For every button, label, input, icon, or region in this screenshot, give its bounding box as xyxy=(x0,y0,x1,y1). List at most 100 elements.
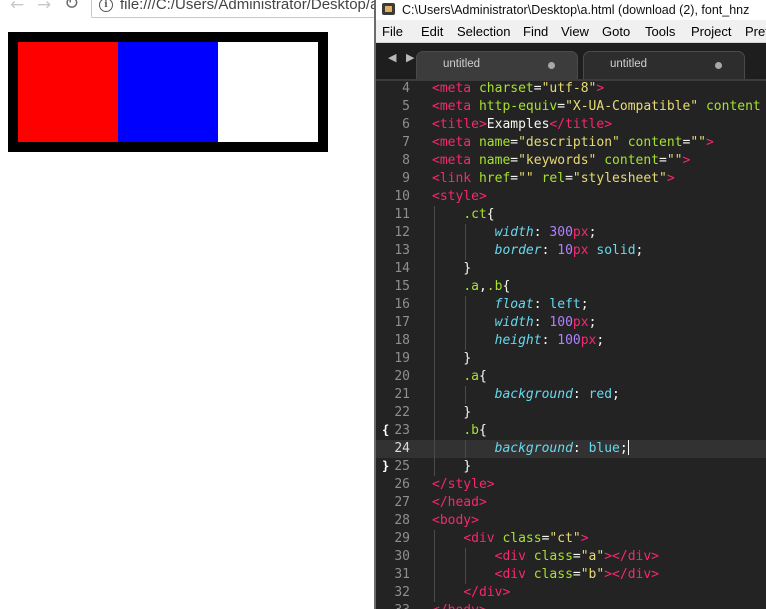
code-token: { xyxy=(486,207,495,222)
line-number: 18 xyxy=(394,333,410,348)
menu-selection[interactable]: Selection xyxy=(457,24,510,39)
code-line[interactable]: 6 <title>Examples</title> xyxy=(376,116,766,134)
menu-project[interactable]: Project xyxy=(691,24,731,39)
code-line[interactable]: 32 </div> xyxy=(376,584,766,602)
code-line[interactable]: 24 background: blue; xyxy=(376,440,766,458)
code-text: width: 300px; xyxy=(432,224,597,242)
code-line[interactable]: 21 background: red; xyxy=(376,386,766,404)
menu-view[interactable]: View xyxy=(561,24,589,39)
code-line[interactable]: 14 } xyxy=(376,260,766,278)
tab-scroll-arrows-icon[interactable]: ◀ ▶ xyxy=(388,51,417,64)
menu-tools[interactable]: Tools xyxy=(645,24,675,39)
code-line[interactable]: 17 width: 100px; xyxy=(376,314,766,332)
line-number: 20 xyxy=(394,369,410,384)
code-line[interactable]: 15 .a,.b{ xyxy=(376,278,766,296)
code-token: "description" xyxy=(518,135,620,150)
code-token: } xyxy=(463,351,472,366)
tab-untitled-2[interactable]: untitled xyxy=(583,51,745,79)
code-line[interactable]: 19 } xyxy=(376,350,766,368)
code-area[interactable]: 4 <meta charset="utf-8"> 5 <meta http-equiv… xyxy=(376,80,766,609)
code-token: = xyxy=(565,171,573,186)
code-token: "keywords" xyxy=(518,153,597,168)
code-token: 10 xyxy=(557,243,573,258)
code-line[interactable]: 22 } xyxy=(376,404,766,422)
code-text: } xyxy=(432,260,471,278)
code-token: <div xyxy=(494,567,534,582)
address-bar[interactable]: i file:///C:/Users/Administrator/Desktop… xyxy=(91,0,376,18)
code-line[interactable]: 16 float: left; xyxy=(376,296,766,314)
app-icon xyxy=(382,3,395,15)
info-icon[interactable]: i xyxy=(99,0,113,12)
line-number: 11 xyxy=(394,207,410,222)
code-line[interactable]: {23 .b{ xyxy=(376,422,766,440)
code-text: } xyxy=(432,404,471,422)
text-cursor xyxy=(627,440,629,455)
unsaved-dot-icon[interactable] xyxy=(548,62,555,69)
code-text: <div class="ct"> xyxy=(432,530,589,548)
address-text: file:///C:/Users/Administrator/Desktop/a… xyxy=(120,0,376,13)
code-line[interactable]: } 25 } xyxy=(376,458,766,476)
code-token: { xyxy=(502,279,511,294)
tab-untitled-1[interactable]: untitled xyxy=(416,51,578,79)
code-token: ; xyxy=(588,225,597,240)
code-token: rel xyxy=(541,171,566,186)
code-text: float: left; xyxy=(432,296,589,314)
line-number: 25 xyxy=(394,459,410,474)
back-arrow-icon[interactable]: ← xyxy=(10,0,24,14)
menu-preferences[interactable]: Pref xyxy=(745,24,766,39)
code-line[interactable]: 26 </style> xyxy=(376,476,766,494)
code-line[interactable]: 29 <div class="ct"> xyxy=(376,530,766,548)
line-number: 8 xyxy=(402,153,410,168)
code-token: : xyxy=(533,297,550,312)
code-line[interactable]: 28 <body> xyxy=(376,512,766,530)
line-number: 9 xyxy=(402,171,410,186)
code-line[interactable]: 33 </body> xyxy=(376,602,766,609)
code-text: border: 10px solid; xyxy=(432,242,644,260)
code-token: <meta xyxy=(432,99,479,114)
code-line[interactable]: 7 <meta name="description" content=""> xyxy=(376,134,766,152)
line-number: 17 xyxy=(394,315,410,330)
menu-file[interactable]: File xyxy=(382,24,403,39)
code-token: "ct" xyxy=(549,531,581,546)
menu-goto[interactable]: Goto xyxy=(602,24,630,39)
reload-icon[interactable]: ↻ xyxy=(64,0,79,13)
code-token: = xyxy=(533,81,542,96)
code-token: "X-UA-Compatible" xyxy=(565,99,699,114)
code-text: <link href="" rel="stylesheet"> xyxy=(432,170,675,188)
code-token: 300 xyxy=(549,225,573,240)
browser-pane: ← → ↻ i file:///C:/Users/Administrator/D… xyxy=(0,0,376,609)
forward-arrow-icon[interactable]: → xyxy=(37,0,51,14)
code-token: > xyxy=(580,531,589,546)
code-line[interactable]: 4 <meta charset="utf-8"> xyxy=(376,80,766,98)
code-token: } xyxy=(463,459,472,474)
code-line[interactable]: 9 <link href="" rel="stylesheet"> xyxy=(376,170,766,188)
code-line[interactable]: 18 height: 100px; xyxy=(376,332,766,350)
code-line[interactable]: 10 <style> xyxy=(376,188,766,206)
code-token: : xyxy=(533,225,550,240)
code-token: : xyxy=(541,243,558,258)
line-number: 10 xyxy=(394,189,410,204)
code-token: left xyxy=(549,297,581,312)
code-token: px xyxy=(572,225,589,240)
code-line[interactable]: 8 <meta name="keywords" content=""> xyxy=(376,152,766,170)
code-token: 100 xyxy=(557,333,581,348)
code-token: : xyxy=(572,387,589,402)
line-number: 7 xyxy=(402,135,410,150)
menu-edit[interactable]: Edit xyxy=(421,24,443,39)
unsaved-dot-icon[interactable] xyxy=(715,62,722,69)
code-line[interactable]: 11 .ct{ xyxy=(376,206,766,224)
code-line[interactable]: 27 </head> xyxy=(376,494,766,512)
code-line[interactable]: 31 <div class="b"></div> xyxy=(376,566,766,584)
line-number: 23 xyxy=(394,423,410,438)
red-box xyxy=(18,42,118,142)
code-line[interactable]: 30 <div class="a"></div> xyxy=(376,548,766,566)
code-line[interactable]: 12 width: 300px; xyxy=(376,224,766,242)
line-number: 15 xyxy=(394,279,410,294)
menu-find[interactable]: Find xyxy=(523,24,548,39)
code-line[interactable]: 13 border: 10px solid; xyxy=(376,242,766,260)
code-token: <style> xyxy=(432,189,487,204)
code-token: .a xyxy=(463,369,479,384)
code-line[interactable]: 20 .a{ xyxy=(376,368,766,386)
code-line[interactable]: 5 <meta http-equiv="X-UA-Compatible" cont… xyxy=(376,98,766,116)
